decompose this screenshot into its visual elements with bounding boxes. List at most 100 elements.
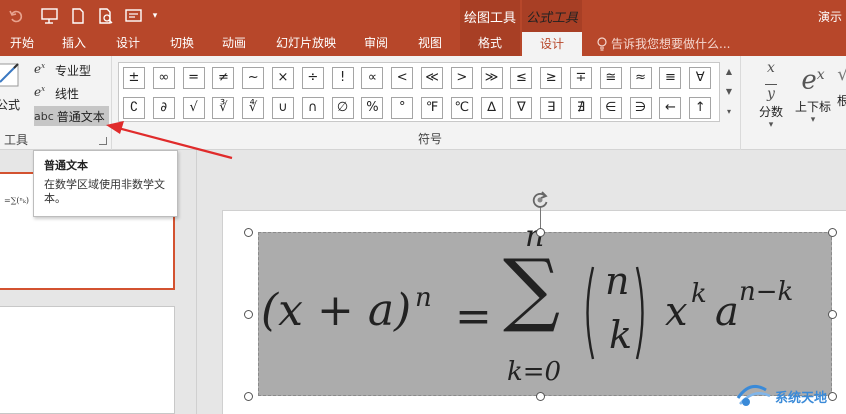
fraction-button[interactable]: xy 分数 ▾	[751, 60, 791, 130]
symbol-button[interactable]: ∛	[212, 97, 235, 119]
rotate-handle-icon[interactable]	[530, 190, 550, 210]
symbol-button[interactable]: ~	[242, 67, 265, 89]
undo-button[interactable]	[2, 4, 30, 28]
tab-format[interactable]: 格式	[460, 32, 520, 56]
tell-me-text: 告诉我您想要做什么...	[611, 37, 731, 51]
symbol-button[interactable]: ≫	[480, 67, 503, 89]
binomial-top: n	[605, 259, 630, 303]
symbol-button[interactable]: ℃	[450, 97, 473, 119]
term-a-exponent: n−k	[739, 277, 794, 307]
resize-handle-top-right[interactable]	[828, 228, 837, 237]
new-file-button[interactable]	[64, 4, 92, 28]
symbol-button[interactable]: √	[182, 97, 205, 119]
symbol-button[interactable]: ≠	[212, 67, 235, 89]
tab-insert[interactable]: 插入	[52, 32, 96, 56]
symbol-button[interactable]: ∞	[152, 67, 175, 89]
symbol-button[interactable]: =	[182, 67, 205, 89]
symbol-button[interactable]: ×	[272, 67, 294, 89]
equation-equals: =	[455, 291, 492, 342]
linear-format-button[interactable]: ex 线性	[34, 83, 83, 103]
symbol-button[interactable]: ≪	[421, 67, 443, 89]
symbol-button[interactable]: %	[361, 97, 384, 119]
tab-home[interactable]: 开始	[0, 32, 44, 56]
equation-tools-header: 公式工具	[522, 0, 582, 32]
professional-format-icon: ex	[34, 62, 46, 76]
quick-access-toolbar: ▾	[0, 0, 162, 32]
symbol-button[interactable]: ↑	[689, 97, 712, 119]
tab-design[interactable]: 设计	[106, 32, 150, 56]
symbol-button[interactable]: ∈	[599, 97, 622, 119]
symbol-button[interactable]: >	[450, 67, 473, 89]
tooltip-description: 在数学区域使用非数学文本。	[44, 178, 165, 205]
symbol-button[interactable]: ∂	[152, 97, 175, 119]
symbol-gallery-scroll: ▲ ▼ ▾	[722, 62, 736, 122]
tab-view[interactable]: 视图	[408, 32, 452, 56]
start-slideshow-button[interactable]	[36, 4, 64, 28]
resize-handle-left[interactable]	[244, 310, 253, 319]
normal-text-button[interactable]: abc 普通文本	[34, 106, 109, 126]
thumbnail-equation-preview: =∑(ⁿₖ)	[4, 196, 30, 205]
symbol-button[interactable]: ℉	[421, 97, 443, 119]
symbol-button[interactable]: °	[391, 97, 414, 119]
symbol-button[interactable]: ∓	[570, 67, 592, 89]
customize-qat-dropdown[interactable]: ▾	[148, 4, 162, 28]
linear-label: 线性	[55, 86, 80, 101]
equation-object[interactable]: (x + a) n = n ∑ k=0 n k x k a n−k	[258, 219, 832, 396]
symbol-button[interactable]: ±	[123, 67, 145, 89]
resize-handle-right[interactable]	[828, 310, 837, 319]
normal-text-tooltip: 普通文本 在数学区域使用非数学文本。	[33, 150, 178, 217]
fraction-label: 分数	[758, 105, 783, 119]
symbol-button[interactable]: ←	[659, 97, 682, 119]
tab-equation-design[interactable]: 设计	[522, 32, 582, 56]
symbol-button[interactable]: ∪	[272, 97, 294, 119]
symbol-button[interactable]: ≅	[599, 67, 622, 89]
slide-thumbnail-2[interactable]	[0, 306, 175, 414]
insert-equation-button[interactable]	[0, 62, 26, 88]
symbol-button[interactable]: ∀	[689, 67, 712, 89]
insert-equation-label: 公式	[0, 98, 21, 112]
symbol-button[interactable]: ≤	[510, 67, 533, 89]
tell-me-box[interactable]: 告诉我您想要做什么...	[596, 32, 730, 56]
gallery-scroll-up-icon[interactable]: ▲	[722, 62, 736, 82]
tab-transitions[interactable]: 切换	[160, 32, 204, 56]
from-beginning-button[interactable]	[120, 4, 148, 28]
resize-handle-top-left[interactable]	[244, 228, 253, 237]
tools-dialog-launcher[interactable]	[99, 137, 107, 145]
resize-handle-bottom[interactable]	[536, 392, 545, 401]
tab-animations[interactable]: 动画	[212, 32, 256, 56]
script-button[interactable]: ex 上下标 ▾	[793, 60, 833, 125]
tab-slideshow[interactable]: 幻灯片放映	[268, 32, 344, 56]
symbol-button[interactable]: ÷	[301, 67, 324, 89]
symbol-button[interactable]: ∅	[331, 97, 354, 119]
symbol-button[interactable]: ∁	[123, 97, 145, 119]
symbol-button[interactable]: ∋	[629, 97, 652, 119]
symbol-button[interactable]: ∩	[301, 97, 324, 119]
ribbon: 公式 ex 专业型 ex 线性 abc 普通文本 工具 ± ∞ = ≠ ~ × ÷! ∝ < ≪ >…	[0, 56, 846, 150]
symbol-gallery: ± ∞ = ≠ ~ × ÷! ∝ < ≪ > ≫ ≤ ≥ ∓ ≅ ≈ ≡ ∀ ∁ ∂ √ ∛ ∜ ∪ ∩ ∅% ° ℉ ℃ ∆ ∇ ∃ ∄ ∈ ∋ ← ↑	[118, 62, 720, 122]
symbol-button[interactable]: ≥	[540, 67, 563, 89]
symbol-button[interactable]: <	[391, 67, 414, 89]
print-preview-button[interactable]	[92, 4, 120, 28]
resize-handle-bottom-left[interactable]	[244, 392, 253, 401]
gallery-more-icon[interactable]: ▾	[722, 102, 736, 122]
summation-symbol: ∑	[503, 242, 561, 335]
symbol-button[interactable]: ∄	[570, 97, 592, 119]
symbol-button[interactable]: ≡	[659, 67, 682, 89]
app-title: 演示	[817, 10, 842, 24]
drawing-tools-header: 绘图工具	[460, 0, 520, 32]
resize-handle-bottom-right[interactable]	[828, 392, 837, 401]
resize-handle-top[interactable]	[536, 228, 545, 237]
symbol-button[interactable]: !	[331, 67, 354, 89]
symbol-button[interactable]: ∆	[480, 97, 503, 119]
symbol-button[interactable]: ∜	[242, 97, 265, 119]
symbol-button[interactable]: ∝	[361, 67, 384, 89]
professional-format-button[interactable]: ex 专业型	[34, 60, 95, 80]
symbol-button[interactable]: ∇	[510, 97, 533, 119]
gallery-scroll-down-icon[interactable]: ▼	[722, 82, 736, 102]
symbol-button[interactable]: ∃	[540, 97, 563, 119]
symbol-button[interactable]: ≈	[629, 67, 652, 89]
tools-group: 公式 ex 专业型 ex 线性 abc 普通文本 工具	[0, 56, 112, 150]
tooltip-title: 普通文本	[44, 159, 88, 172]
radical-button[interactable]: √ 根	[837, 60, 846, 109]
tab-review[interactable]: 审阅	[354, 32, 398, 56]
